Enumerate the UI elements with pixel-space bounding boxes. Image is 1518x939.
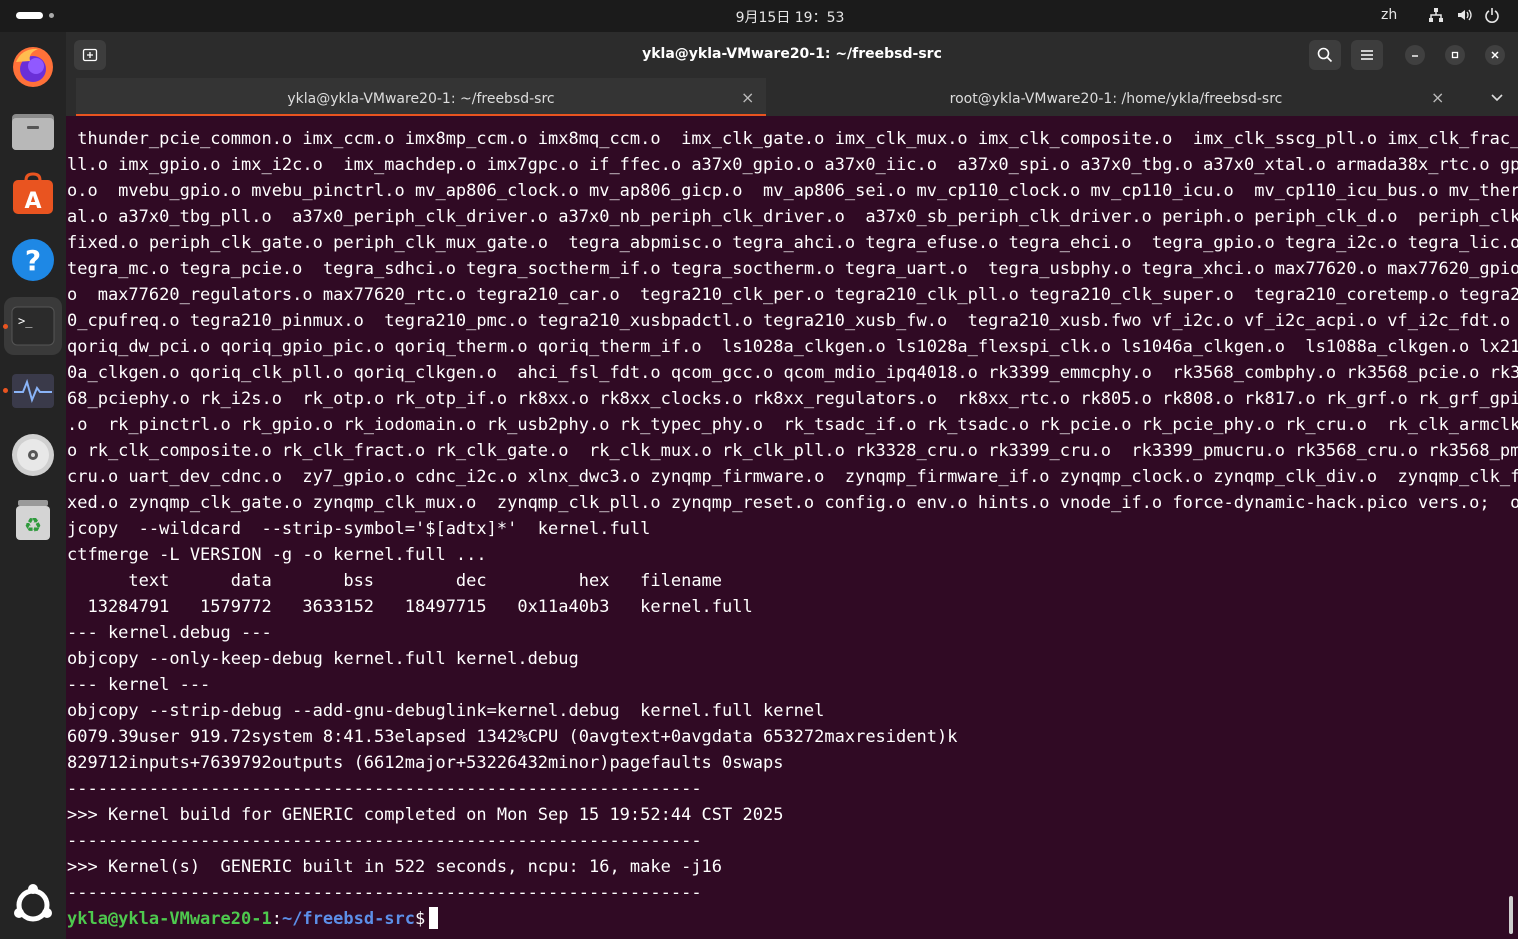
svg-text:♻: ♻	[24, 513, 42, 537]
volume-icon[interactable]	[1456, 7, 1472, 23]
system-monitor-icon[interactable]	[10, 368, 56, 414]
tab-bar: ykla@ykla-VMware20-1: ~/freebsd-src × ro…	[66, 78, 1518, 116]
tab-label: root@ykla-VMware20-1: /home/ykla/freebsd…	[949, 91, 1283, 107]
output-line: objcopy --only-keep-debug kernel.full ke…	[67, 649, 579, 669]
files-icon[interactable]	[10, 108, 56, 154]
output-line: ----------------------------------------…	[67, 883, 702, 903]
tab-root[interactable]: root@ykla-VMware20-1: /home/ykla/freebsd…	[776, 78, 1456, 116]
prompt-path: ~/freebsd-src	[281, 909, 416, 929]
restore-icon	[1451, 51, 1459, 59]
minimize-icon	[1412, 55, 1418, 57]
close-icon	[1491, 51, 1499, 59]
power-icon[interactable]	[1484, 7, 1500, 23]
output-line: al.o a37x0_tbg_pll.o a37x0_periph_clk_dr…	[67, 207, 1518, 227]
output-line: 13284791 1579772 3633152 18497715 0x11a4…	[67, 597, 753, 617]
disc-icon[interactable]	[10, 432, 56, 478]
terminal-window: ykla@ykla-VMware20-1: ~/freebsd-src ykla…	[66, 32, 1518, 939]
hamburger-icon	[1361, 50, 1373, 60]
svg-text:>_: >_	[18, 314, 33, 328]
show-apps-icon[interactable]	[10, 882, 56, 928]
help-icon[interactable]: ?	[10, 237, 56, 283]
scrollbar[interactable]	[1509, 896, 1513, 934]
system-tray[interactable]	[1428, 7, 1500, 25]
firefox-icon[interactable]	[10, 44, 56, 90]
svg-text:A: A	[24, 189, 41, 214]
output-line: objcopy --strip-debug --add-gnu-debuglin…	[67, 701, 825, 721]
terminal-view[interactable]: thunder_pcie_common.o imx_ccm.o imx8mp_c…	[66, 118, 1518, 939]
prompt-symbol: $	[415, 909, 426, 929]
maximize-button[interactable]	[1445, 45, 1465, 65]
output-line: --- kernel ---	[67, 675, 211, 695]
top-bar: 9月15日 19：53 zh	[0, 0, 1518, 32]
output-line: o.o mvebu_gpio.o mvebu_pinctrl.o mv_ap80…	[67, 181, 1518, 201]
output-line: 829712inputs+7639792outputs (6612major+5…	[67, 753, 784, 773]
output-line: 0_cpufreq.o tegra210_pinmux.o tegra210_p…	[67, 311, 1511, 331]
tab-label: ykla@ykla-VMware20-1: ~/freebsd-src	[287, 91, 555, 107]
tab-ykla[interactable]: ykla@ykla-VMware20-1: ~/freebsd-src ×	[76, 78, 766, 116]
text-cursor	[429, 907, 439, 929]
running-indicator	[3, 324, 8, 329]
output-line: --- kernel.debug ---	[67, 623, 272, 643]
menu-button[interactable]	[1351, 40, 1383, 70]
output-line: 0a_clkgen.o qoriq_clk_pll.o qoriq_clkgen…	[67, 363, 1518, 383]
output-line: >>> Kernel(s) GENERIC built in 522 secon…	[67, 857, 723, 877]
output-line: xed.o zynqmp_clk_gate.o zynqmp_clk_mux.o…	[67, 493, 1518, 513]
output-line: text data bss dec hex filename	[67, 571, 723, 591]
search-icon	[1317, 47, 1333, 63]
minimize-button[interactable]	[1405, 45, 1425, 65]
app-center-icon[interactable]: A	[10, 172, 56, 218]
prompt-separator: :	[271, 909, 282, 929]
output-line: 6079.39user 919.72system 8:41.53elapsed …	[67, 727, 958, 747]
output-line: qoriq_dw_pci.o qoriq_gpio_pic.o qoriq_th…	[67, 337, 1518, 357]
output-line: ----------------------------------------…	[67, 831, 702, 851]
output-line: ctfmerge -L VERSION -g -o kernel.full ..…	[67, 545, 487, 565]
close-button[interactable]	[1485, 45, 1505, 65]
search-button[interactable]	[1309, 40, 1341, 70]
output-line: fixed.o periph_clk_gate.o periph_clk_mux…	[67, 233, 1518, 253]
network-icon[interactable]	[1428, 7, 1444, 23]
output-line: ll.o imx_gpio.o imx_i2c.o imx_machdep.o …	[67, 155, 1518, 175]
svg-text:?: ?	[25, 244, 41, 277]
shell-prompt[interactable]: ykla@ykla-VMware20-1:~/freebsd-src$	[67, 907, 439, 929]
tab-close-icon[interactable]: ×	[741, 88, 754, 107]
prompt-user-host: ykla@ykla-VMware20-1	[67, 909, 272, 929]
header-bar: ykla@ykla-VMware20-1: ~/freebsd-src	[66, 32, 1518, 78]
output-line: o rk_clk_composite.o rk_clk_fract.o rk_c…	[67, 441, 1518, 461]
output-line: >>> Kernel build for GENERIC completed o…	[67, 805, 784, 825]
terminal-output: thunder_pcie_common.o imx_ccm.o imx8mp_c…	[67, 126, 1518, 932]
chevron-down-icon	[1491, 94, 1503, 102]
tabs-dropdown-button[interactable]	[1490, 90, 1504, 108]
trash-icon[interactable]: ♻	[10, 496, 56, 542]
output-line: tegra_mc.o tegra_pcie.o tegra_sdhci.o te…	[67, 259, 1518, 279]
output-line: jcopy --wildcard --strip-symbol='$[adtx]…	[67, 519, 651, 539]
output-line: ----------------------------------------…	[67, 779, 702, 799]
input-language[interactable]: zh	[1381, 7, 1397, 23]
tab-close-icon[interactable]: ×	[1431, 88, 1444, 107]
clock[interactable]: 9月15日 19：53	[0, 7, 1518, 27]
output-line: cru.o uart_dev_cdnc.o zy7_gpio.o cdnc_i2…	[67, 467, 1518, 487]
running-indicator	[3, 388, 8, 393]
window-title: ykla@ykla-VMware20-1: ~/freebsd-src	[642, 46, 942, 62]
dock: A ? >_ ♻	[0, 32, 66, 939]
output-line: o max77620_regulators.o max77620_rtc.o t…	[67, 285, 1518, 305]
output-line: 68_pciephy.o rk_i2s.o rk_otp.o rk_otp_if…	[67, 389, 1518, 409]
terminal-icon[interactable]: >_	[4, 297, 62, 355]
output-line: .o rk_pinctrl.o rk_gpio.o rk_iodomain.o …	[67, 415, 1518, 435]
output-line: thunder_pcie_common.o imx_ccm.o imx8mp_c…	[67, 129, 1518, 149]
